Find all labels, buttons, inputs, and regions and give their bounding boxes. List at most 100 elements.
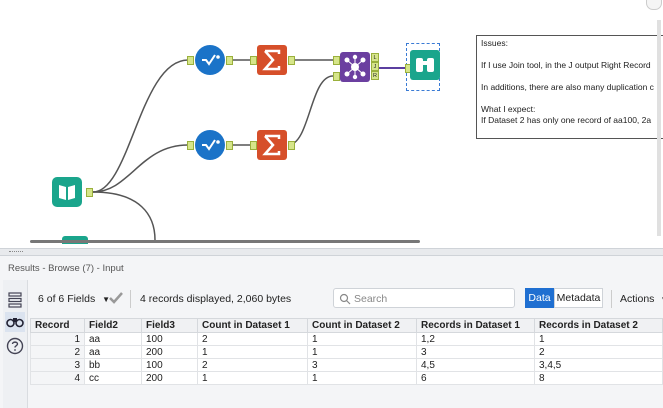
table-cell[interactable]: 1 <box>197 371 308 385</box>
results-panel: Results - Browse (7) - Input 6 of 6 Fiel… <box>0 256 663 408</box>
table-cell[interactable]: 3,4,5 <box>534 358 663 372</box>
sigma-icon <box>257 130 287 160</box>
column-header[interactable]: Record <box>30 318 85 333</box>
table-row[interactable]: 4 cc 200 1 1 6 8 <box>30 371 663 385</box>
table-cell[interactable]: 3 <box>416 345 535 359</box>
canvas-horizontal-scrollbar[interactable] <box>30 240 420 243</box>
column-header[interactable]: Records in Dataset 2 <box>534 318 663 333</box>
table-cell[interactable]: 3 <box>307 358 417 372</box>
comment-box[interactable]: Issues: If I use Join tool, in the J out… <box>476 35 663 139</box>
binoculars-icon <box>6 318 24 328</box>
results-title: Results - Browse (7) - Input <box>8 263 124 274</box>
column-header[interactable]: Records in Dataset 1 <box>416 318 535 333</box>
join-icon <box>340 52 370 82</box>
fields-list-button[interactable] <box>5 290 25 310</box>
comment-line <box>481 49 663 60</box>
table-row[interactable]: 2 aa 200 1 1 3 2 <box>30 345 663 359</box>
table-cell[interactable]: 1 <box>197 345 308 359</box>
table-cell[interactable]: cc <box>84 371 142 385</box>
column-header[interactable]: Count in Dataset 1 <box>197 318 308 333</box>
sigma-icon <box>257 45 287 75</box>
summarize-tool-1[interactable] <box>257 45 287 75</box>
browse-tool[interactable] <box>410 50 440 80</box>
table-cell[interactable]: 2 <box>197 332 308 346</box>
table-cell[interactable]: aa <box>84 332 142 346</box>
column-header[interactable]: Field2 <box>84 318 142 333</box>
table-cell[interactable]: 8 <box>534 371 663 385</box>
actions-menu-button[interactable]: Actions ▼ <box>620 293 663 305</box>
column-header[interactable]: Count in Dataset 2 <box>307 318 417 333</box>
comment-line: Issues: <box>481 38 508 48</box>
canvas-right-scrollbar[interactable] <box>657 20 661 236</box>
summarize-input-anchor[interactable] <box>250 141 257 150</box>
summarize-input-anchor[interactable] <box>250 56 257 65</box>
comment-line: If Dataset 2 has only one record of aa10… <box>481 115 652 125</box>
browse-view-button[interactable] <box>5 312 25 332</box>
comment-line: If I use Join tool, in the J output Righ… <box>481 60 651 70</box>
results-toolbar: 6 of 6 Fields ▼ 4 records displayed, 2,0… <box>30 286 663 312</box>
data-tab-button[interactable]: Data <box>525 288 554 308</box>
table-cell[interactable]: 4,5 <box>416 358 535 372</box>
table-cell[interactable]: 200 <box>141 371 198 385</box>
table-cell[interactable]: bb <box>84 358 142 372</box>
table-cell[interactable]: 1 <box>307 371 417 385</box>
select-output-anchor[interactable] <box>226 141 233 150</box>
summarize-output-anchor[interactable] <box>288 141 295 150</box>
select-tool-2[interactable] <box>195 130 225 160</box>
column-header[interactable]: Field3 <box>141 318 198 333</box>
table-cell[interactable]: 1 <box>307 332 417 346</box>
table-row[interactable]: 1 aa 100 2 1 1,2 1 <box>30 332 663 346</box>
toolbar-divider <box>611 290 612 308</box>
table-cell[interactable]: 2 <box>534 345 663 359</box>
binoculars-icon <box>410 50 440 80</box>
table-cell[interactable]: 6 <box>416 371 535 385</box>
table-cell[interactable]: aa <box>84 345 142 359</box>
table-cell[interactable]: 100 <box>141 332 198 346</box>
search-icon <box>339 293 351 305</box>
join-right-input-anchor[interactable] <box>333 72 340 81</box>
panel-splitter[interactable] <box>0 248 663 256</box>
table-cell[interactable]: 1,2 <box>416 332 535 346</box>
table-cell[interactable]: 100 <box>141 358 198 372</box>
splitter-grip <box>9 251 23 254</box>
book-icon <box>52 177 82 207</box>
join-anchor-label[interactable]: R <box>371 71 379 80</box>
table-row[interactable]: 3 bb 100 2 3 4,5 3,4,5 <box>30 358 663 372</box>
join-tool[interactable] <box>340 52 370 82</box>
summarize-output-anchor[interactable] <box>288 56 295 65</box>
comment-line: In additions, there are also many duplic… <box>481 82 654 92</box>
record-number[interactable]: 3 <box>30 358 85 372</box>
join-anchor-label[interactable]: L <box>371 53 379 62</box>
workflow-canvas[interactable]: L J R Issues: If I use Join tool, in the… <box>0 0 663 248</box>
join-anchor-label[interactable]: J <box>371 62 379 71</box>
select-input-anchor[interactable] <box>187 56 194 65</box>
select-input-anchor[interactable] <box>187 141 194 150</box>
summarize-tool-2[interactable] <box>257 130 287 160</box>
record-number[interactable]: 2 <box>30 345 85 359</box>
table-cell[interactable]: 1 <box>534 332 663 346</box>
select-tool-1[interactable] <box>195 45 225 75</box>
help-icon <box>6 337 24 355</box>
record-number[interactable]: 1 <box>30 332 85 346</box>
input-output-anchor[interactable] <box>86 188 93 197</box>
results-grid[interactable]: Record Field2 Field3 Count in Dataset 1 … <box>30 318 663 385</box>
toolbar-divider <box>130 290 131 308</box>
table-cell[interactable]: 1 <box>307 345 417 359</box>
checkmark-icon[interactable] <box>108 291 124 305</box>
record-number[interactable]: 4 <box>30 371 85 385</box>
input-data-tool[interactable] <box>52 177 82 207</box>
table-cell[interactable]: 2 <box>197 358 308 372</box>
search-input[interactable] <box>352 290 511 308</box>
results-left-rail <box>3 280 28 408</box>
join-left-input-anchor[interactable] <box>333 56 340 65</box>
search-box[interactable] <box>333 288 515 308</box>
table-cell[interactable]: 200 <box>141 345 198 359</box>
comment-line <box>481 93 663 104</box>
help-button[interactable] <box>5 336 25 356</box>
table-header-row: Record Field2 Field3 Count in Dataset 1 … <box>30 318 663 333</box>
select-output-anchor[interactable] <box>226 56 233 65</box>
metadata-tab-button[interactable]: Metadata <box>554 288 603 308</box>
checkmark-circle-icon <box>195 130 225 160</box>
fields-selector[interactable]: 6 of 6 Fields ▼ <box>38 293 110 305</box>
actions-label: Actions <box>620 293 655 305</box>
